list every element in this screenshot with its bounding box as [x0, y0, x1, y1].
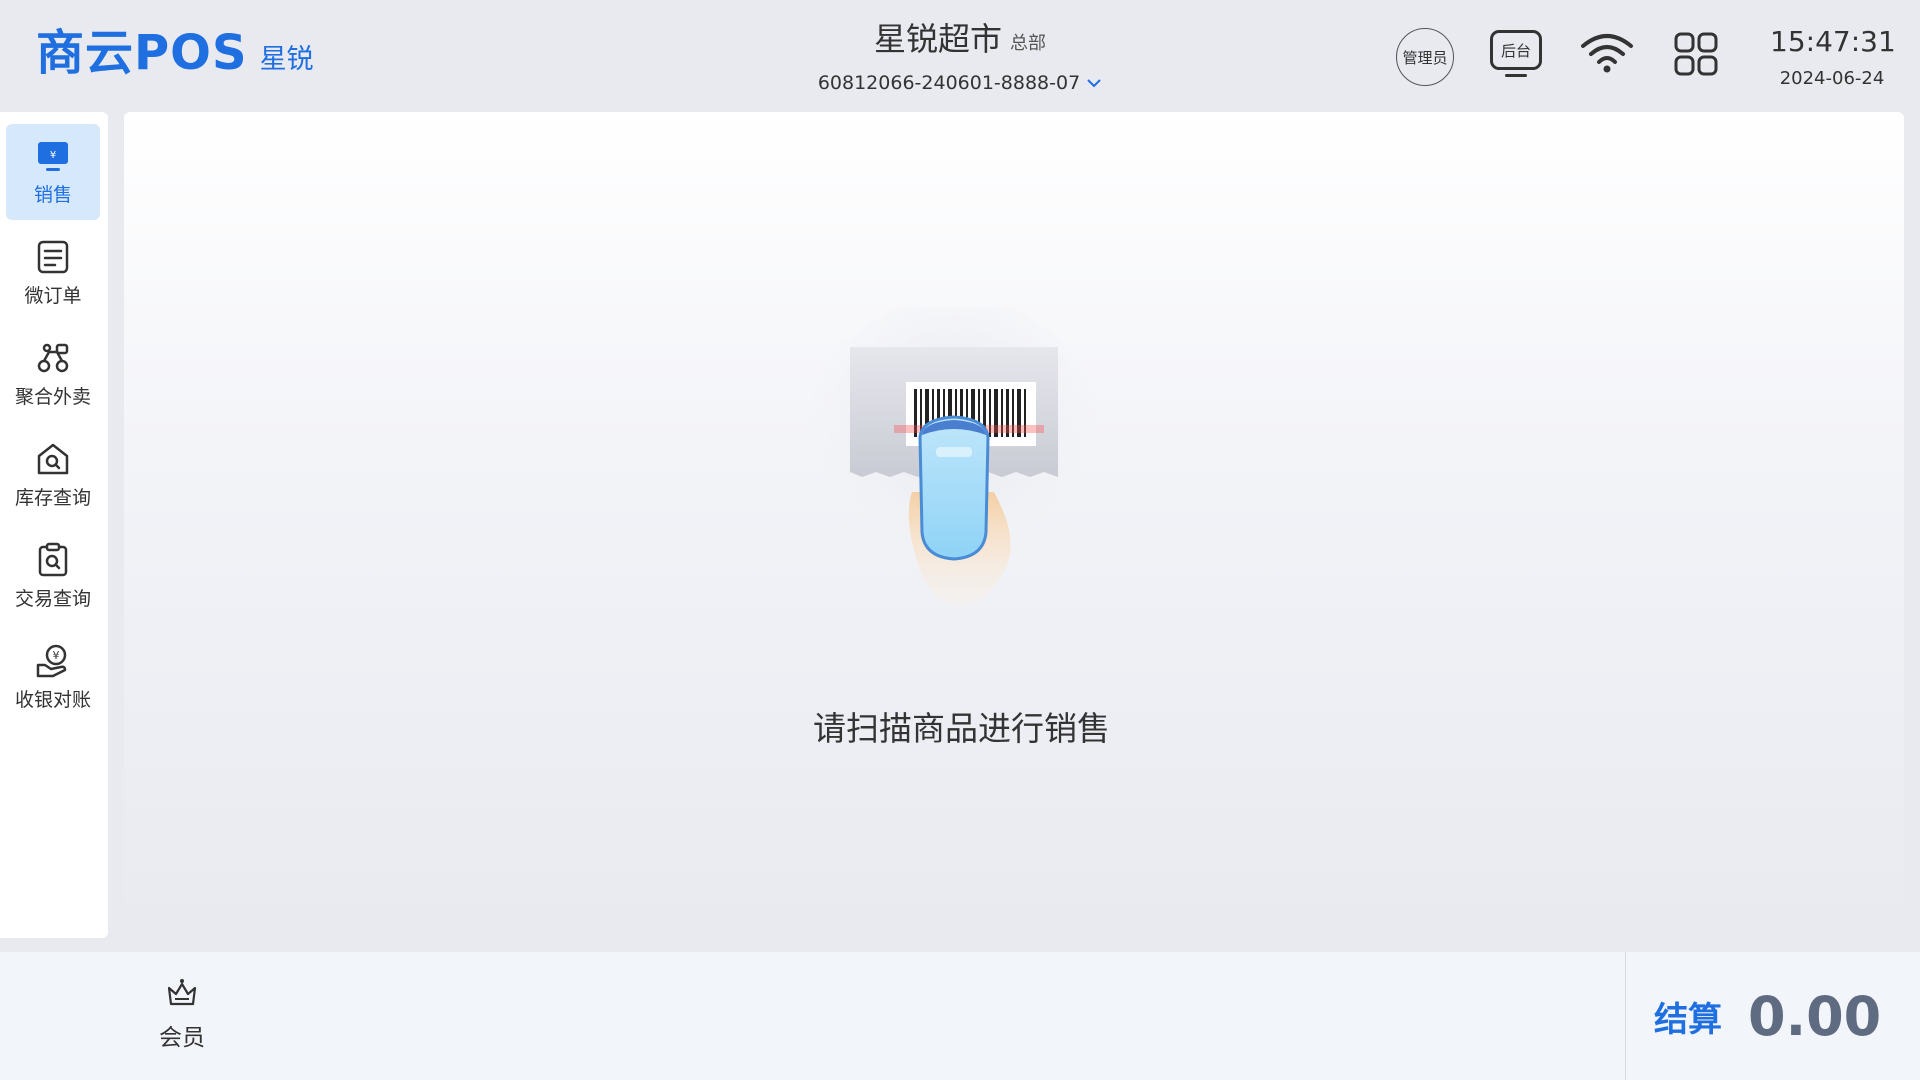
barcode-scanner-illustration	[804, 307, 1104, 607]
svg-text:¥: ¥	[50, 150, 56, 161]
sidebar-item-label: 交易查询	[14, 587, 91, 610]
sidebar-item-label: 销售	[33, 183, 72, 206]
checkout-label: 结算	[1654, 999, 1722, 1040]
bottom-bar: 会员 结算 0.00	[0, 952, 1920, 1080]
member-button[interactable]: 会员	[150, 976, 214, 1056]
reconcile-yen-icon: ¥	[36, 644, 67, 677]
transaction-search-icon	[38, 542, 68, 576]
sidebar-item-label: 聚合外卖	[14, 385, 91, 408]
delivery-scooter-icon	[37, 343, 69, 372]
store-name: 星锐超市	[873, 20, 1002, 58]
monitor-icon: 后台	[1490, 30, 1542, 70]
device-id: 60812066-240601-8888-07	[817, 72, 1081, 94]
sidebar-item-inventory[interactable]: 库存查询	[6, 427, 100, 523]
sidebar-item-reconcile[interactable]: ¥ 收银对账	[6, 629, 100, 725]
device-selector[interactable]: 60812066-240601-8888-07	[818, 72, 1102, 94]
clock-time: 15:47:31	[1770, 25, 1896, 58]
app-grid-icon[interactable]	[1674, 32, 1718, 76]
order-list-icon	[37, 240, 69, 273]
sidebar-nav: ¥ 销售 微订单 聚合外卖 库存查询 交易查询 ¥ 收银对账	[0, 112, 108, 938]
checkout-amount: 0.00	[1748, 984, 1882, 1048]
header-bar: 商云POS 星锐 星锐超市 总部 60812066-240601-8888-07…	[0, 0, 1920, 112]
clock: 15:47:31 2024-06-24	[1770, 24, 1896, 94]
sidebar-item-delivery[interactable]: 聚合外卖	[6, 326, 100, 422]
checkout-button[interactable]: 结算 0.00	[1625, 952, 1920, 1080]
admin-user-button[interactable]: 管理员	[1396, 28, 1454, 86]
chevron-down-icon	[1087, 79, 1101, 88]
scan-prompt: 请扫描商品进行销售	[813, 709, 1110, 748]
main-panel: 请扫描商品进行销售	[124, 112, 1904, 938]
sidebar-item-label: 收银对账	[14, 688, 91, 711]
wifi-icon[interactable]	[1580, 32, 1634, 74]
member-label: 会员	[159, 1025, 205, 1051]
backend-button[interactable]: 后台	[1490, 30, 1542, 80]
admin-label: 管理员	[1402, 48, 1448, 67]
backend-label: 后台	[1500, 41, 1531, 60]
clock-date: 2024-06-24	[1779, 68, 1885, 89]
sidebar-item-transactions[interactable]: 交易查询	[6, 528, 100, 624]
sidebar-item-label: 库存查询	[14, 486, 91, 509]
store-tag: 总部	[1010, 33, 1046, 54]
inventory-search-icon	[37, 443, 69, 474]
crown-icon	[167, 979, 197, 1006]
sidebar-item-label: 微订单	[24, 284, 82, 307]
sidebar-item-micro-order[interactable]: 微订单	[6, 225, 100, 321]
svg-text:¥: ¥	[53, 649, 60, 662]
sale-monitor-icon: ¥	[38, 141, 68, 171]
sidebar-item-sale[interactable]: ¥ 销售	[6, 124, 100, 220]
